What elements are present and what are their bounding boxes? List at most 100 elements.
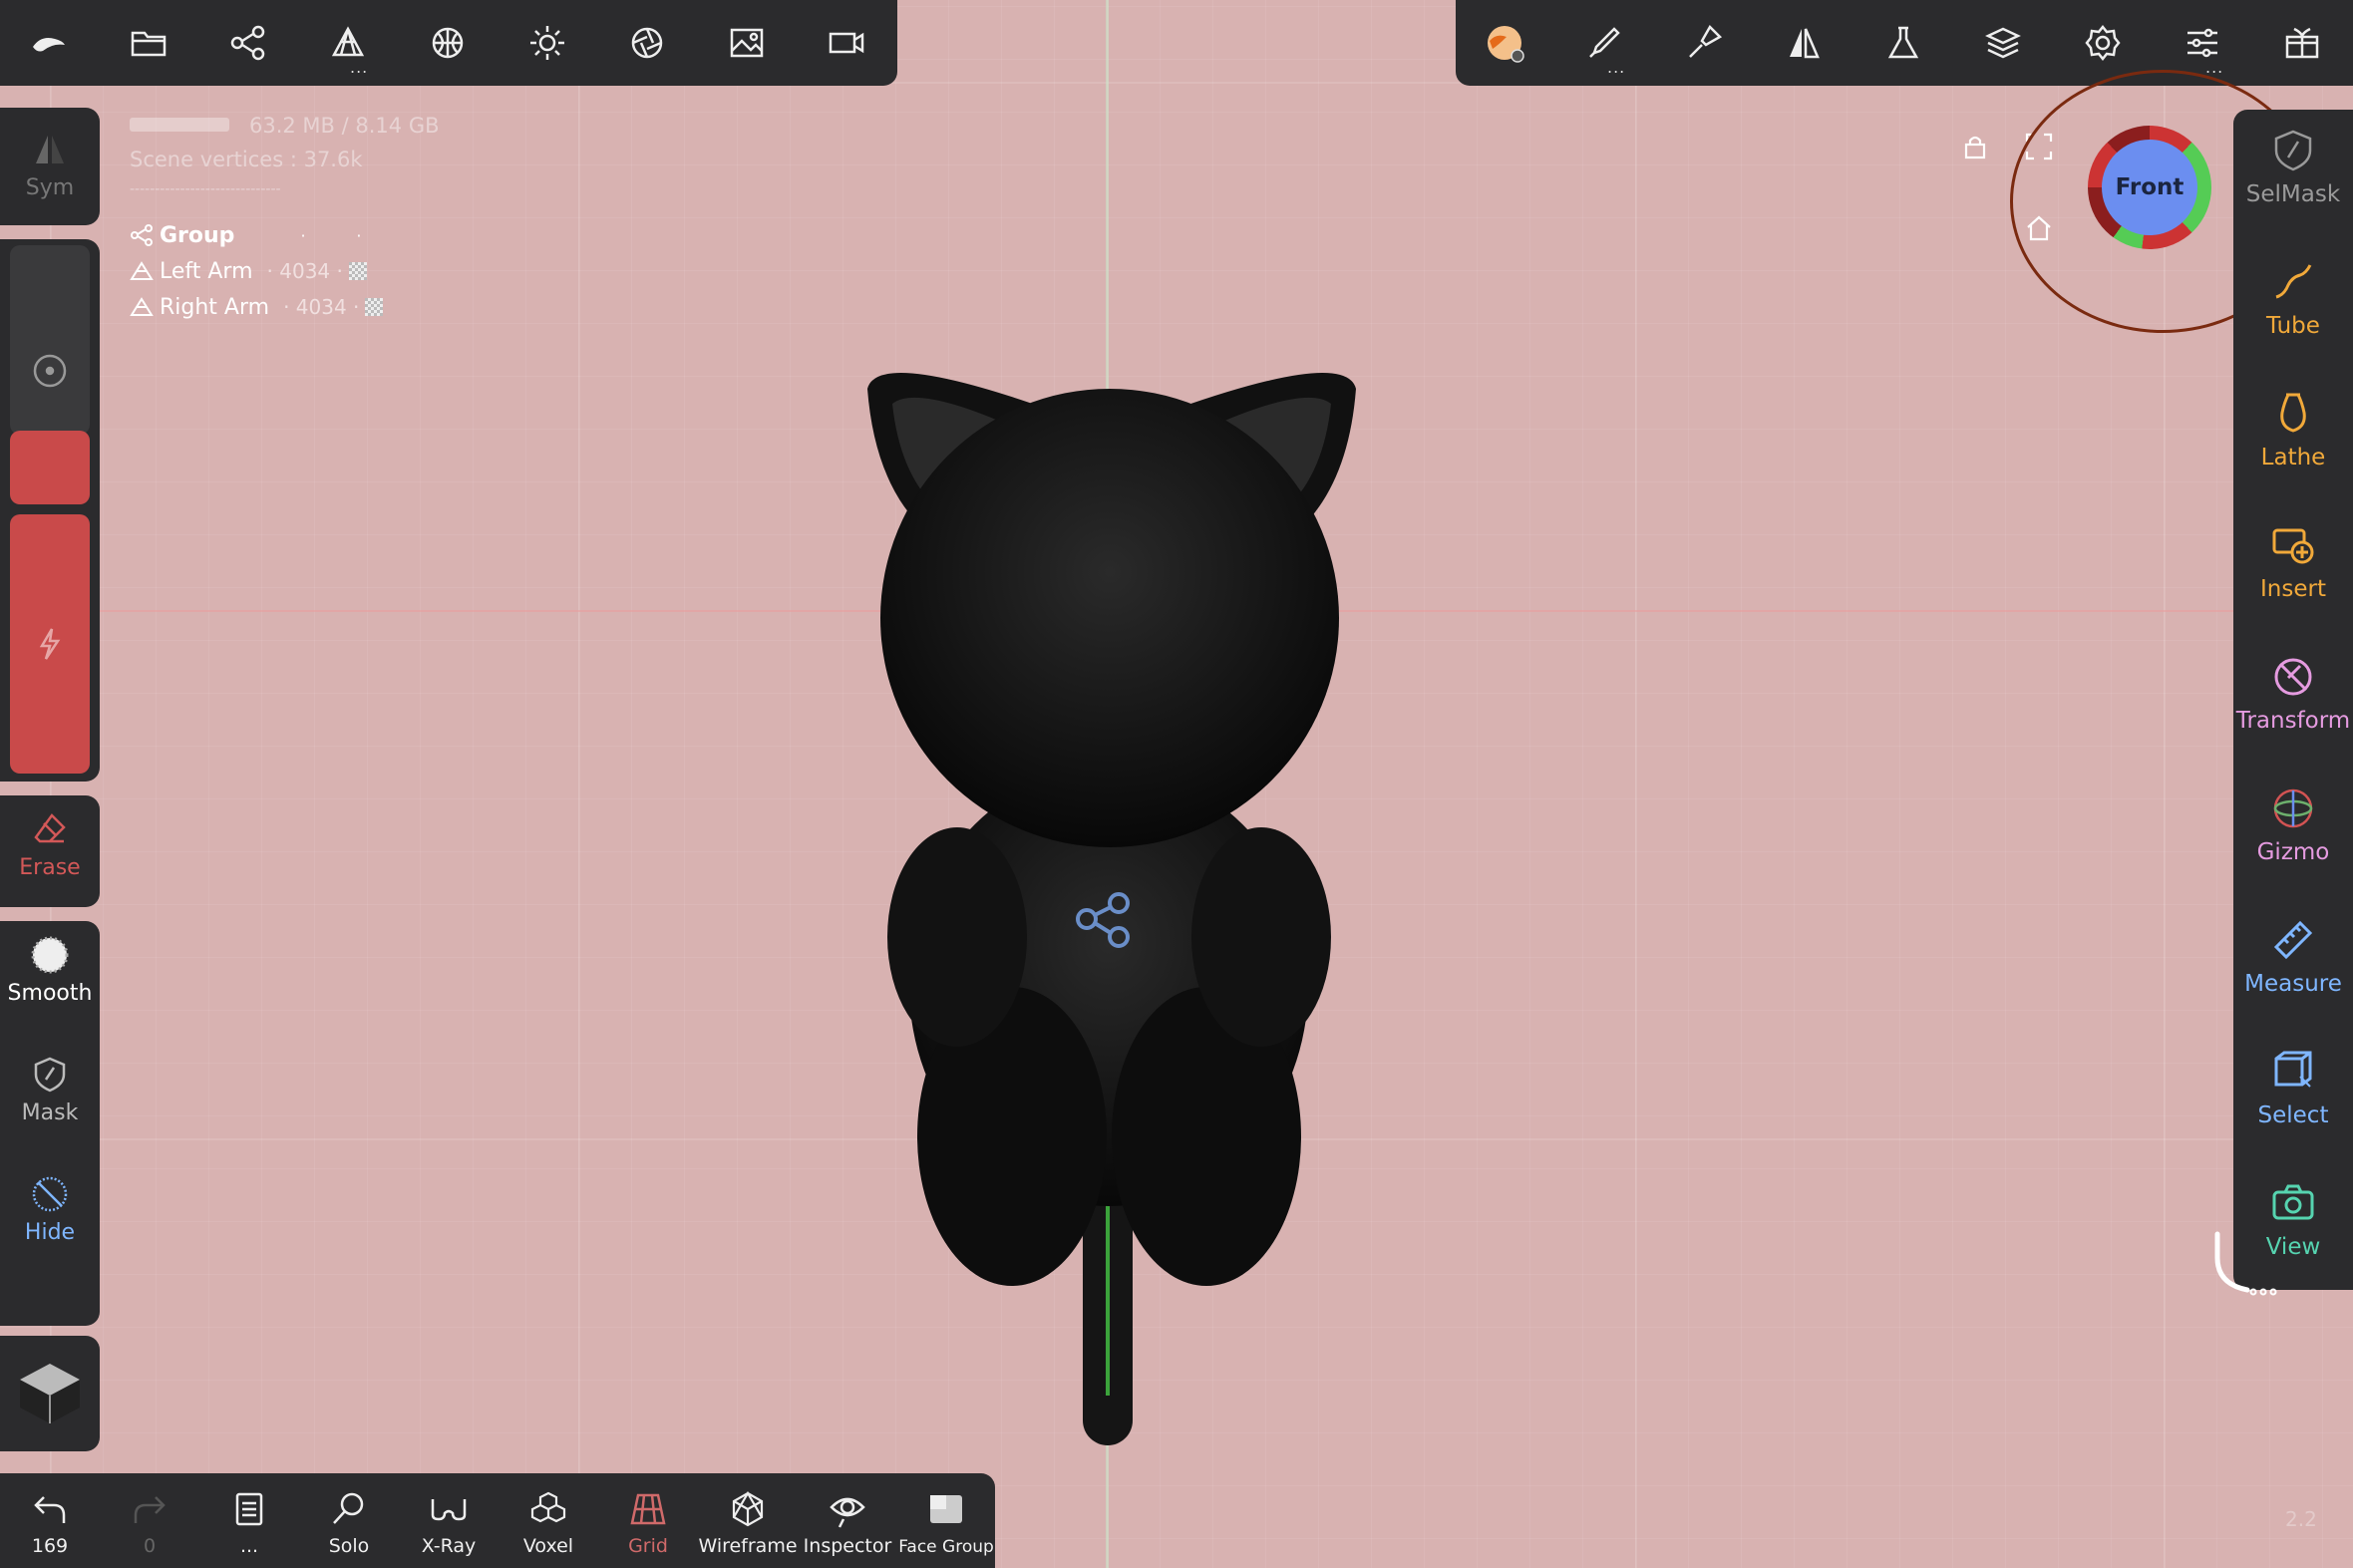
tool-label: Transform: [2235, 708, 2351, 734]
solo-button[interactable]: Solo: [299, 1489, 399, 1557]
nav-cube-front-face[interactable]: Front: [2102, 140, 2197, 235]
scene-share-icon[interactable]: [223, 18, 273, 68]
grid-label: Grid: [628, 1535, 668, 1557]
layers-icon[interactable]: [1978, 18, 2028, 68]
voxel-button[interactable]: Voxel: [499, 1489, 598, 1557]
tube-icon: [2275, 264, 2312, 299]
smooth-label: Smooth: [7, 981, 93, 1006]
video-camera-icon[interactable]: [822, 18, 871, 68]
folder-icon[interactable]: [124, 18, 173, 68]
undo-icon: [34, 1496, 66, 1523]
mask-button[interactable]: Mask: [0, 1055, 100, 1125]
settings-gear-icon[interactable]: [2078, 18, 2128, 68]
scene-tree: Group · · Left Arm · 4034 · Right Arm · …: [130, 217, 384, 325]
lock-icon[interactable]: [1960, 132, 1990, 161]
undo-button[interactable]: 169: [0, 1489, 100, 1557]
panel-resize-handle[interactable]: [2207, 1228, 2277, 1308]
radius-slider[interactable]: [10, 245, 90, 435]
radius-icon: [33, 354, 67, 388]
facegroup-icon: [930, 1495, 962, 1523]
mesh-icon: [130, 261, 154, 280]
radius-slider-fill[interactable]: [10, 431, 90, 504]
separator: ------------------------------: [130, 181, 281, 197]
tool-label: Tube: [2266, 313, 2320, 339]
gizmo-icon: [2273, 788, 2313, 828]
scene-vertices: Scene vertices : 37.6k: [130, 148, 363, 171]
hide-icon: [32, 1176, 68, 1212]
redo-button[interactable]: 0: [100, 1489, 199, 1557]
group-share-icon: [131, 224, 153, 246]
lathe-button[interactable]: Lathe: [2233, 391, 2353, 470]
checker-icon[interactable]: [348, 262, 367, 280]
files-button[interactable]: ...: [199, 1489, 299, 1557]
measure-button[interactable]: Measure: [2233, 917, 2353, 997]
top-right-toolbar: ... ...: [1456, 0, 2353, 86]
symmetry-icon: [36, 136, 64, 163]
xray-button[interactable]: X-Ray: [399, 1489, 499, 1557]
lightning-icon: [39, 628, 61, 660]
mask-brush-icon: [34, 1057, 66, 1093]
facegroup-button[interactable]: Face Group: [897, 1489, 995, 1557]
smooth-sphere-icon: [31, 936, 69, 974]
grid-button[interactable]: Grid: [598, 1489, 698, 1557]
memory-bar: [130, 118, 229, 132]
insert-icon: [2272, 528, 2314, 564]
tree-item-left-arm[interactable]: Left Arm · 4034 ·: [130, 253, 383, 289]
tool-label: Select: [2257, 1102, 2329, 1128]
inspector-button[interactable]: Inspector: [798, 1489, 897, 1557]
wireframe-button[interactable]: Wireframe: [698, 1489, 798, 1557]
sym-button[interactable]: Sym: [0, 130, 100, 200]
insert-button[interactable]: Insert: [2233, 522, 2353, 602]
tool-label: Gizmo: [2256, 839, 2330, 865]
tree-item-label: Right Arm: [160, 294, 270, 320]
flask-icon[interactable]: [1878, 18, 1928, 68]
mask-label: Mask: [21, 1100, 79, 1125]
tool-label: Insert: [2260, 576, 2326, 602]
checker-icon[interactable]: [365, 298, 384, 316]
undo-count: 169: [31, 1535, 69, 1557]
aperture-icon[interactable]: [622, 18, 672, 68]
files-label: ...: [239, 1535, 259, 1557]
smooth-button[interactable]: Smooth: [0, 935, 100, 1006]
tool-label: Measure: [2244, 971, 2342, 997]
tree-item-label: Left Arm: [160, 258, 253, 284]
view-cube-icon[interactable]: [14, 1358, 86, 1429]
wireframe-sphere-icon: [732, 1490, 764, 1527]
cat-model[interactable]: [847, 349, 1376, 1455]
version-label: 2.2: [2285, 1507, 2317, 1531]
gift-store-icon[interactable]: [2277, 18, 2327, 68]
app-logo-icon[interactable]: [24, 18, 74, 68]
erase-button[interactable]: Erase: [0, 809, 100, 880]
eraser-icon: [34, 813, 66, 843]
symmetry-icon[interactable]: [1779, 18, 1829, 68]
bottom-toolbar: 169 0 ... Solo X-Ray Voxel Grid Wirefram…: [0, 1473, 995, 1568]
inspector-eye-icon: [830, 1497, 865, 1528]
hide-button[interactable]: Hide: [0, 1174, 100, 1245]
voxel-cubes-icon: [530, 1491, 566, 1523]
tool-label: SelMask: [2245, 181, 2341, 207]
hide-label: Hide: [24, 1220, 76, 1245]
wireframe-label: Wireframe: [698, 1535, 798, 1557]
gizmo-button[interactable]: Gizmo: [2233, 785, 2353, 865]
tube-button[interactable]: Tube: [2233, 259, 2353, 339]
transform-button[interactable]: Transform: [2233, 654, 2353, 734]
material-sphere-icon[interactable]: [1480, 18, 1529, 68]
tree-group-row[interactable]: Group · ·: [130, 217, 383, 253]
tree-item-right-arm[interactable]: Right Arm · 4034 ·: [130, 289, 384, 325]
sym-label: Sym: [25, 175, 75, 200]
inspector-label: Inspector: [803, 1535, 892, 1557]
topology-icon[interactable]: [423, 18, 473, 68]
selmask-button[interactable]: SelMask: [2233, 128, 2353, 207]
tree-item-verts: · 4034 ·: [283, 295, 360, 319]
sun-icon[interactable]: [522, 18, 572, 68]
camera-icon: [2272, 1184, 2314, 1220]
magnifier-icon: [333, 1492, 364, 1524]
document-icon: [235, 1492, 263, 1526]
select-button[interactable]: Select: [2233, 1049, 2353, 1128]
mesh-icon: [130, 297, 154, 316]
transform-icon: [2274, 658, 2312, 696]
tree-item-verts: · 4034 ·: [266, 259, 343, 283]
image-icon[interactable]: [722, 18, 772, 68]
select-icon: [2274, 1051, 2312, 1088]
paint-tool-icon[interactable]: [1679, 18, 1729, 68]
